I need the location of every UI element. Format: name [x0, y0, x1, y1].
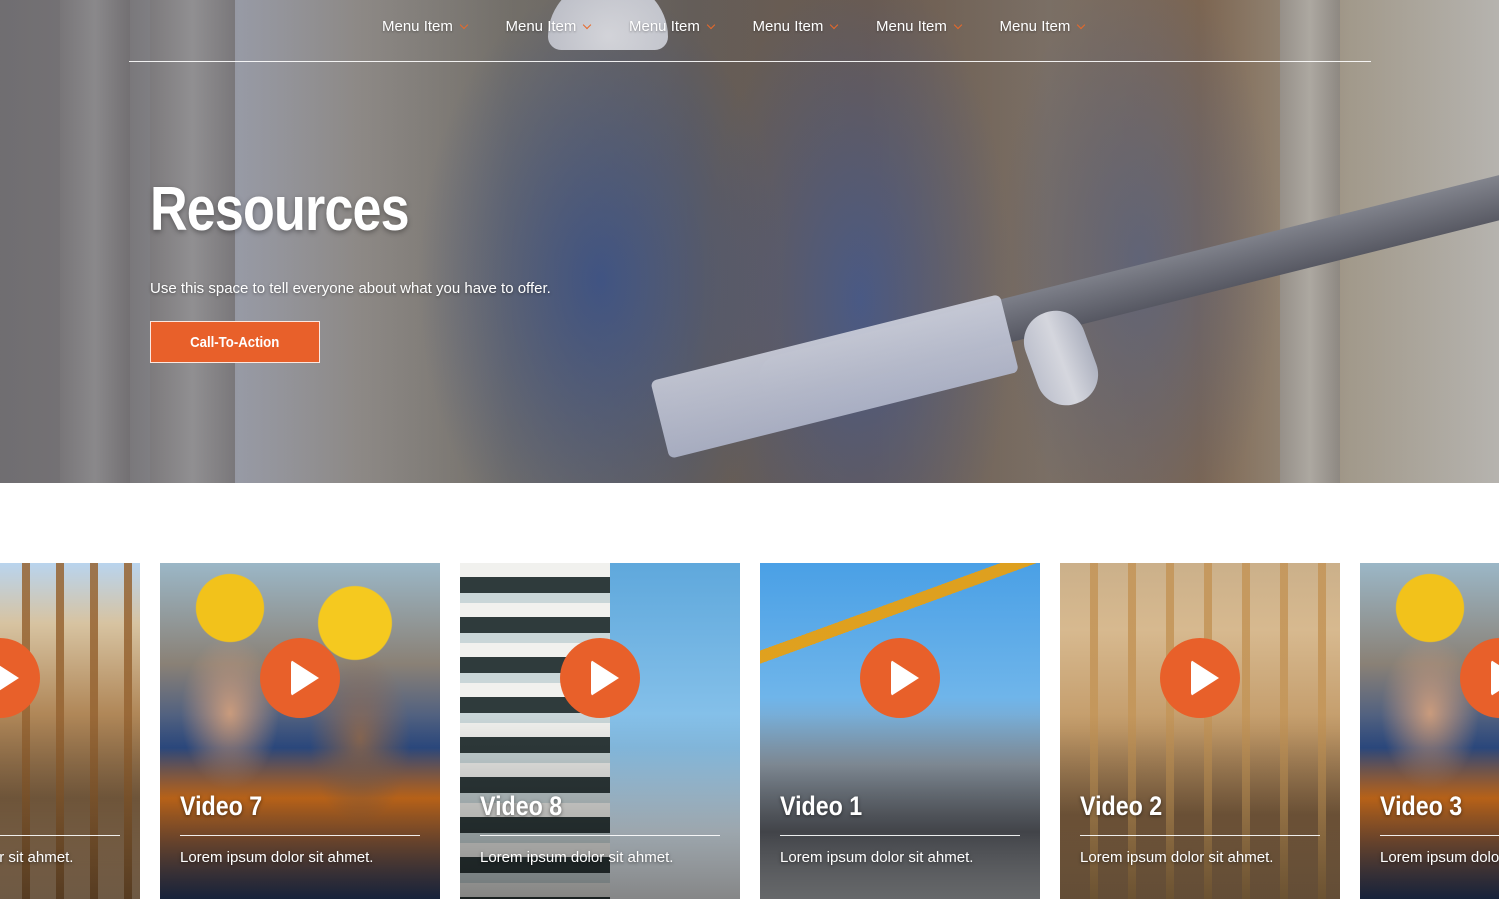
chevron-down-icon — [459, 20, 469, 30]
video-card-divider — [0, 835, 120, 836]
nav-menu-item-label: Menu Item — [876, 18, 947, 35]
video-card-divider — [1380, 835, 1499, 836]
main-nav: Menu Item Menu Item Menu Item Menu Item … — [0, 18, 1499, 35]
nav-menu-item-label: Menu Item — [505, 18, 577, 35]
video-title: Video 7 — [180, 791, 263, 821]
video-description: Lorem ipsum dolor sit ahmet. — [0, 849, 74, 866]
play-icon[interactable] — [1160, 638, 1240, 718]
nav-menu-item-4[interactable]: Menu Item — [753, 18, 877, 35]
video-description: Lorem ipsum dolor sit ahmet. — [1080, 849, 1274, 866]
play-icon[interactable] — [260, 638, 340, 718]
call-to-action-label: Call-To-Action — [190, 333, 280, 351]
video-card-divider — [780, 835, 1020, 836]
play-icon[interactable] — [560, 638, 640, 718]
nav-menu-item-label: Menu Item — [752, 18, 824, 35]
nav-divider — [129, 61, 1371, 62]
call-to-action-button[interactable]: Call-To-Action — [150, 321, 320, 363]
video-card[interactable]: Video 2 Lorem ipsum dolor sit ahmet. — [1060, 563, 1340, 899]
video-card-divider — [480, 835, 720, 836]
video-title: Video 3 — [1380, 791, 1463, 821]
nav-menu-item-1[interactable]: Menu Item — [382, 18, 506, 35]
chevron-down-icon — [1077, 20, 1086, 30]
video-card-divider — [1080, 835, 1320, 836]
video-description: Lorem ipsum dolor sit ahmet. — [180, 849, 374, 866]
chevron-down-icon — [583, 20, 592, 30]
video-card[interactable]: Video 3 Lorem ipsum dolor sit ahmet. — [1360, 563, 1499, 899]
video-card[interactable]: Video 8 Lorem ipsum dolor sit ahmet. — [460, 563, 740, 899]
nav-menu-item-label: Menu Item — [382, 18, 453, 35]
chevron-down-icon — [953, 20, 963, 30]
video-card-divider — [180, 835, 420, 836]
chevron-down-icon — [830, 20, 839, 30]
video-title: Video 2 — [1080, 791, 1163, 821]
nav-menu-item-5[interactable]: Menu Item — [876, 18, 1000, 35]
video-title: Video 1 — [780, 791, 863, 821]
video-title: Video 8 — [480, 791, 563, 821]
video-card[interactable]: Video 1 Lorem ipsum dolor sit ahmet. — [760, 563, 1040, 899]
page-title: Resources — [150, 175, 410, 244]
video-card[interactable]: Lorem ipsum dolor sit ahmet. — [0, 563, 140, 899]
nav-menu-item-label: Menu Item — [629, 18, 700, 35]
hero-subtitle: Use this space to tell everyone about wh… — [150, 280, 551, 297]
video-description: Lorem ipsum dolor sit ahmet. — [780, 849, 974, 866]
nav-menu-item-label: Menu Item — [999, 18, 1071, 35]
nav-menu-item-2[interactable]: Menu Item — [506, 18, 630, 35]
play-icon[interactable] — [860, 638, 940, 718]
video-carousel: Lorem ipsum dolor sit ahmet. Video 7 Lor… — [0, 563, 1499, 899]
chevron-down-icon — [706, 20, 716, 30]
video-description: Lorem ipsum dolor sit ahmet. — [480, 849, 674, 866]
nav-menu-item-6[interactable]: Menu Item — [1000, 18, 1124, 35]
video-card[interactable]: Video 7 Lorem ipsum dolor sit ahmet. — [160, 563, 440, 899]
nav-menu-item-3[interactable]: Menu Item — [629, 18, 753, 35]
video-description: Lorem ipsum dolor sit ahmet. — [1380, 849, 1499, 866]
